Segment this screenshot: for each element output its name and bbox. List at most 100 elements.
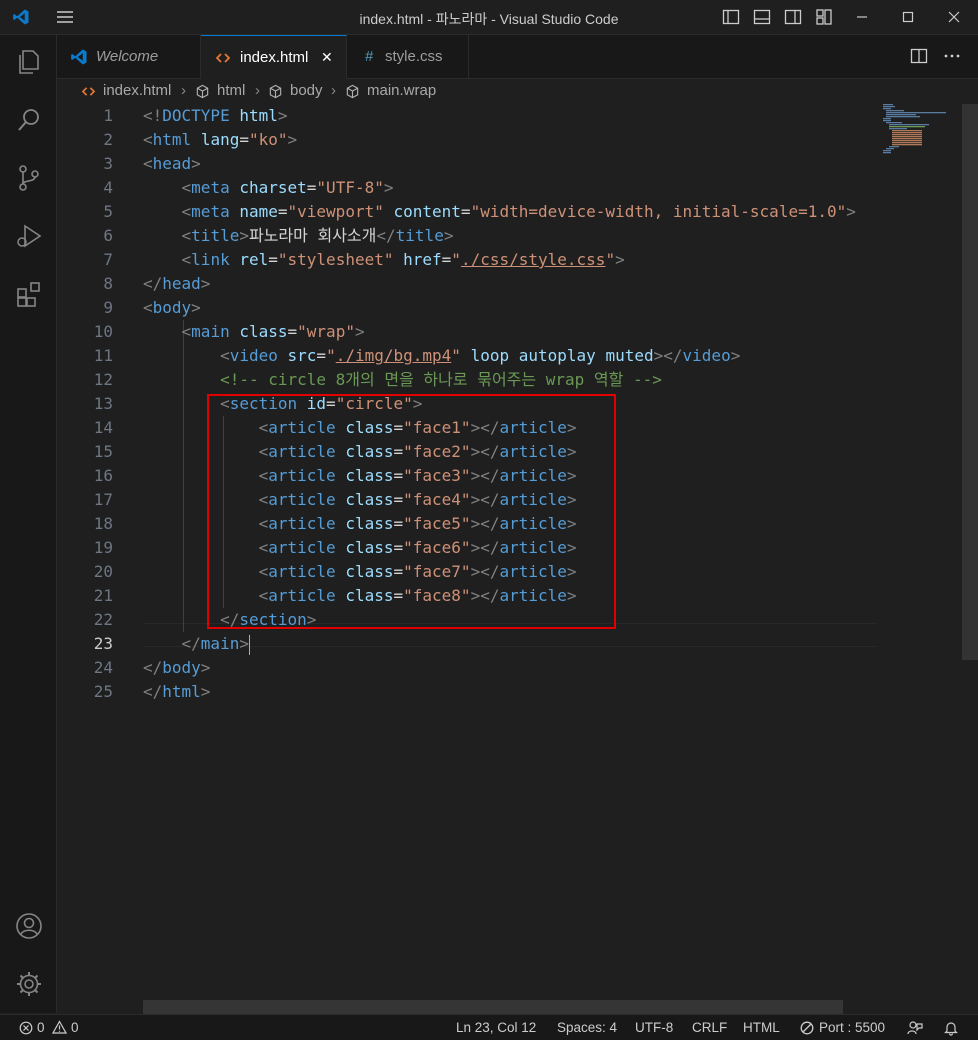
- notifications-bell-icon[interactable]: [943, 1020, 959, 1036]
- breadcrumb-item-file[interactable]: index.html: [103, 82, 171, 99]
- toggle-secondary-sidebar-icon[interactable]: [784, 8, 802, 26]
- search-icon[interactable]: [14, 105, 44, 135]
- code-line[interactable]: </html>: [143, 680, 210, 704]
- code-line[interactable]: </main>: [143, 632, 250, 656]
- red-highlight-box: [207, 394, 616, 629]
- code-token: lang: [200, 130, 240, 149]
- code-token: =: [441, 250, 452, 269]
- code-line[interactable]: <!DOCTYPE html>: [143, 104, 288, 128]
- close-window-icon[interactable]: [945, 8, 963, 26]
- breadcrumb-item-body[interactable]: body: [290, 82, 323, 99]
- accounts-icon[interactable]: [14, 911, 44, 941]
- code-token: <: [181, 178, 192, 197]
- code-token: 파노라마 회사소개: [248, 226, 377, 245]
- customize-layout-icon[interactable]: [815, 8, 833, 26]
- cursor-position[interactable]: Ln 23, Col 12: [456, 1020, 536, 1035]
- code-token: video: [682, 346, 731, 365]
- minimize-icon[interactable]: [853, 8, 871, 26]
- maximize-icon[interactable]: [899, 8, 917, 26]
- indentation[interactable]: Spaces: 4: [557, 1020, 617, 1035]
- run-and-debug-icon[interactable]: [14, 221, 44, 251]
- code-token: >: [287, 130, 298, 149]
- code-token: rel: [239, 250, 269, 269]
- toggle-primary-sidebar-icon[interactable]: [722, 8, 740, 26]
- code-token: >: [354, 322, 365, 341]
- end-of-line[interactable]: CRLF: [692, 1020, 727, 1035]
- language-mode[interactable]: HTML: [743, 1020, 780, 1035]
- warning-icon[interactable]: [52, 1020, 67, 1034]
- encoding[interactable]: UTF-8: [635, 1020, 673, 1035]
- code-token: meta: [191, 202, 230, 221]
- code-line[interactable]: <link rel="stylesheet" href="./css/style…: [143, 248, 625, 272]
- line-number: 10: [93, 322, 113, 341]
- line-number: 17: [93, 490, 113, 509]
- breadcrumb-item-main-wrap[interactable]: main.wrap: [367, 82, 436, 99]
- toggle-panel-icon[interactable]: [753, 8, 771, 26]
- title-bar: index.html - 파노라마 - Visual Studio Code: [0, 0, 978, 35]
- code-line[interactable]: <video src="./img/bg.mp4" loop autoplay …: [143, 344, 740, 368]
- code-token: title: [395, 226, 444, 245]
- line-number: 21: [93, 586, 113, 605]
- tab-style-css[interactable]: # style.css: [347, 35, 469, 79]
- css-hash-icon: #: [365, 48, 374, 65]
- code-line[interactable]: </body>: [143, 656, 210, 680]
- line-number: 1: [103, 106, 113, 125]
- error-count[interactable]: 0: [37, 1020, 45, 1035]
- line-number: 18: [93, 514, 113, 533]
- code-line[interactable]: <main class="wrap">: [143, 320, 365, 344]
- manage-gear-icon[interactable]: [14, 969, 44, 999]
- line-number: 6: [103, 226, 113, 245]
- tab-welcome[interactable]: Welcome: [57, 35, 201, 79]
- breadcrumb: index.html › html › body › main.wrap: [57, 79, 978, 103]
- line-number: 14: [93, 418, 113, 437]
- extensions-icon[interactable]: [14, 279, 44, 309]
- split-editor-icon[interactable]: [910, 47, 928, 65]
- more-actions-icon[interactable]: [943, 47, 961, 65]
- minimap[interactable]: [877, 104, 962, 164]
- horizontal-scrollbar[interactable]: [143, 1000, 843, 1014]
- code-editor[interactable]: 1 2 3 4 5 6 7 8 9 10 11 12 13 14 15 16 17 18 19 20 21 22 23 24 2…: [57, 104, 978, 1014]
- line-number: 22: [93, 610, 113, 629]
- code-token: <: [181, 250, 192, 269]
- explorer-icon[interactable]: [14, 47, 44, 77]
- line-number: 12: [93, 370, 113, 389]
- source-control-icon[interactable]: [14, 163, 44, 193]
- code-token: =: [316, 346, 327, 365]
- line-number: 2: [103, 130, 113, 149]
- code-line[interactable]: <meta charset="UTF-8">: [143, 176, 394, 200]
- code-token: >: [846, 202, 856, 221]
- code-token: >: [730, 346, 741, 365]
- code-line[interactable]: <html lang="ko">: [143, 128, 297, 152]
- code-line[interactable]: <head>: [143, 152, 201, 176]
- editor-tabs: Welcome index.html ✕ # style.css: [57, 35, 978, 79]
- code-line[interactable]: <!-- circle 8개의 면을 하나로 묶어주는 wrap 역할 -->: [143, 368, 662, 392]
- code-token: >: [277, 106, 288, 125]
- error-icon[interactable]: [19, 1021, 33, 1035]
- code-line[interactable]: </head>: [143, 272, 210, 296]
- code-token: main: [200, 634, 240, 653]
- code-token: DOCTYPE: [162, 106, 230, 125]
- vertical-scrollbar[interactable]: [962, 104, 978, 660]
- warning-count[interactable]: 0: [71, 1020, 79, 1035]
- code-line[interactable]: <title>파노라마 회사소개</title>: [143, 224, 454, 248]
- code-token: >: [615, 250, 625, 269]
- code-token: </: [143, 682, 163, 701]
- feedback-icon[interactable]: [907, 1020, 923, 1036]
- breadcrumb-item-html[interactable]: html: [217, 82, 245, 99]
- line-number: 11: [93, 346, 113, 365]
- live-server-port[interactable]: Port : 5500: [819, 1020, 885, 1035]
- code-token: href: [403, 250, 442, 269]
- tab-index-html[interactable]: index.html ✕: [201, 35, 347, 79]
- code-line[interactable]: <body>: [143, 296, 201, 320]
- code-line[interactable]: <meta name="viewport" content="width=dev…: [143, 200, 856, 224]
- line-number: 13: [93, 394, 113, 413]
- close-tab-icon[interactable]: ✕: [321, 49, 333, 66]
- code-token: charset: [239, 178, 307, 197]
- code-token: >: [200, 658, 211, 677]
- code-token: meta: [191, 178, 230, 197]
